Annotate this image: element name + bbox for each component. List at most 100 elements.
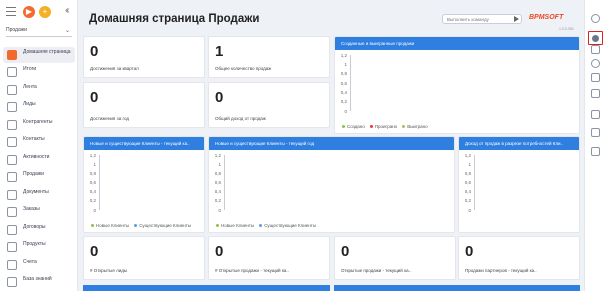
metric-widget-4[interactable]: 0 Общий доход от продаж — [208, 82, 330, 128]
sidebar-item-4[interactable]: Контрагенты — [3, 117, 75, 133]
cart-icon — [7, 207, 17, 217]
mail-icon[interactable] — [591, 73, 600, 82]
y-tick-label: 0 — [93, 207, 96, 213]
home-icon — [7, 50, 17, 60]
app-window: ▶ + ‹‹ Продажи ⌄ Домашняя страница Итоги Л… — [0, 0, 605, 291]
metric-value: 0 — [465, 243, 474, 260]
chart-widget-clients-quarter[interactable]: Новые и существующие Клиенты - текущий к… — [83, 136, 205, 233]
sales-icon — [7, 172, 17, 182]
y-tick-label: 0,6 — [464, 180, 471, 185]
legend-entry[interactable]: Существующие Клиенты — [139, 223, 191, 228]
sidebar-item-5[interactable]: Контакты — [3, 134, 75, 150]
legend-entry[interactable]: Выиграно — [407, 124, 427, 129]
sidebar-item-label: Лента — [23, 84, 37, 90]
sidebar-item-label: Итоги — [23, 66, 37, 72]
sidebar-item-6[interactable]: Активности — [3, 152, 75, 168]
y-axis-line — [224, 155, 225, 210]
sidebar-item-12[interactable]: Счета — [3, 257, 75, 273]
metric-label: Открытые продажи - текущий ка.. — [341, 268, 412, 273]
documents-icon — [7, 190, 17, 200]
y-tick-label: 0,4 — [340, 89, 347, 95]
chart-icon — [7, 67, 17, 77]
chart-widget-revenue-needs[interactable]: Доход от продаж в разрезе потребностей К… — [458, 136, 580, 233]
sidebar-item-0[interactable]: Домашняя страница — [3, 47, 75, 63]
run-command-icon[interactable] — [514, 16, 519, 22]
metric-value: 0 — [90, 43, 99, 60]
gear-icon[interactable] — [591, 45, 600, 54]
sidebar-item-label: База знаний — [23, 276, 52, 282]
metric-label: Достижения за квартал — [90, 66, 139, 71]
y-tick-label: 0,4 — [464, 189, 471, 195]
bell-icon[interactable] — [591, 128, 600, 137]
metric-widget-6[interactable]: 0 # Открытые продажи - текущий ка.. — [208, 236, 330, 280]
play-icon[interactable]: ▶ — [23, 6, 35, 18]
metric-value: 0 — [215, 243, 224, 260]
sidebar-item-label: Договоры — [23, 224, 46, 230]
metric-widget-7[interactable]: 0 Открытые продажи - текущий ка.. — [334, 236, 456, 280]
add-icon[interactable]: + — [39, 6, 51, 18]
metric-label: Продажи партнеров - текущий ка.. — [465, 268, 537, 273]
chart-widget-created-won[interactable]: Созданные и выигранные продажи 1,2 1 0,8 0,… — [334, 36, 580, 134]
copy-icon[interactable] — [591, 89, 600, 98]
metric-widget-2[interactable]: 1 Общее количество продаж — [208, 36, 330, 78]
sidebar-item-label: Контакты — [23, 136, 45, 142]
contracts-icon — [7, 225, 17, 235]
command-input[interactable]: Выполнить команду — [442, 14, 522, 24]
clock-icon[interactable] — [588, 31, 603, 45]
invoices-icon — [7, 260, 17, 270]
sidebar-item-1[interactable]: Итоги — [3, 64, 75, 80]
metric-widget-5[interactable]: 0 # Открытые лиды — [83, 236, 205, 280]
y-tick-label: 0,8 — [89, 170, 96, 176]
workspace-select[interactable]: Продажи ⌄ — [6, 27, 72, 37]
y-tick-label: 0,4 — [214, 189, 221, 195]
sidebar-item-label: Продукты — [23, 241, 46, 247]
sidebar-item-11[interactable]: Продукты — [3, 239, 75, 255]
metric-value: 0 — [341, 243, 350, 260]
user-icon[interactable] — [591, 14, 600, 23]
y-tick-label: 0,6 — [214, 180, 221, 185]
sidebar-item-label: Лиды — [23, 101, 36, 107]
legend-swatch — [369, 125, 373, 129]
menu-icon[interactable] — [6, 7, 16, 16]
chart-title: Созданные и выигранные продажи — [335, 37, 579, 50]
metric-widget-8[interactable]: 0 Продажи партнеров - текущий ка.. — [458, 236, 580, 280]
sidebar-item-8[interactable]: Документы — [3, 187, 75, 203]
next-widget-header — [334, 285, 580, 291]
sidebar-top-icons: ▶ + ‹‹ — [6, 5, 74, 20]
sidebar-item-label: Продажи — [23, 171, 44, 177]
y-tick-label: 1,2 — [340, 52, 347, 58]
y-tick-label: 1 — [218, 161, 221, 167]
chart-widget-clients-year[interactable]: Новые и существующие Клиенты - текущий г… — [208, 136, 455, 233]
chart-legend: Создано Проиграно Выиграно — [337, 124, 428, 129]
metric-value: 0 — [90, 89, 99, 106]
page-title: Домашняя страница Продажи — [89, 13, 260, 25]
chart-title: Новые и существующие Клиенты - текущий г… — [209, 137, 454, 150]
sidebar-item-label: Счета — [23, 259, 37, 265]
y-tick-label: 0 — [344, 108, 347, 114]
sidebar-item-10[interactable]: Договоры — [3, 222, 75, 238]
sidebar-item-9[interactable]: Заказы — [3, 204, 75, 220]
legend-entry[interactable]: Новые Клиенты — [221, 223, 254, 228]
flag-icon — [7, 155, 17, 165]
legend-entry[interactable]: Создано — [347, 124, 365, 129]
sidebar-item-2[interactable]: Лента — [3, 82, 75, 98]
brand-logo: BPMSOFT — [529, 14, 564, 21]
legend-entry[interactable]: Новые Клиенты — [96, 223, 129, 228]
metric-label: Общий доход от продаж — [215, 116, 266, 121]
left-sidebar: ▶ + ‹‹ Продажи ⌄ Домашняя страница Итоги Л… — [0, 0, 78, 291]
sidebar-item-13[interactable]: База знаний — [3, 274, 75, 290]
legend-entry[interactable]: Проиграно — [375, 124, 397, 129]
metric-value: 0 — [215, 89, 224, 106]
chat-icon[interactable] — [591, 110, 600, 119]
chart-title: Новые и существующие Клиенты - текущий к… — [84, 137, 204, 150]
checklist-icon[interactable] — [591, 147, 600, 156]
collapse-icon[interactable]: ‹‹ — [65, 5, 69, 16]
legend-entry[interactable]: Существующие Клиенты — [264, 223, 316, 228]
metric-widget-3[interactable]: 0 Достижения за год — [83, 82, 205, 128]
help-icon[interactable] — [591, 59, 600, 68]
sidebar-item-7[interactable]: Продажи — [3, 169, 75, 185]
metric-widget-1[interactable]: 0 Достижения за квартал — [83, 36, 205, 78]
chart-title: Доход от продаж в разрезе потребностей К… — [459, 137, 579, 150]
sidebar-item-3[interactable]: Лиды — [3, 99, 75, 115]
y-tick-label: 0,2 — [340, 99, 347, 105]
